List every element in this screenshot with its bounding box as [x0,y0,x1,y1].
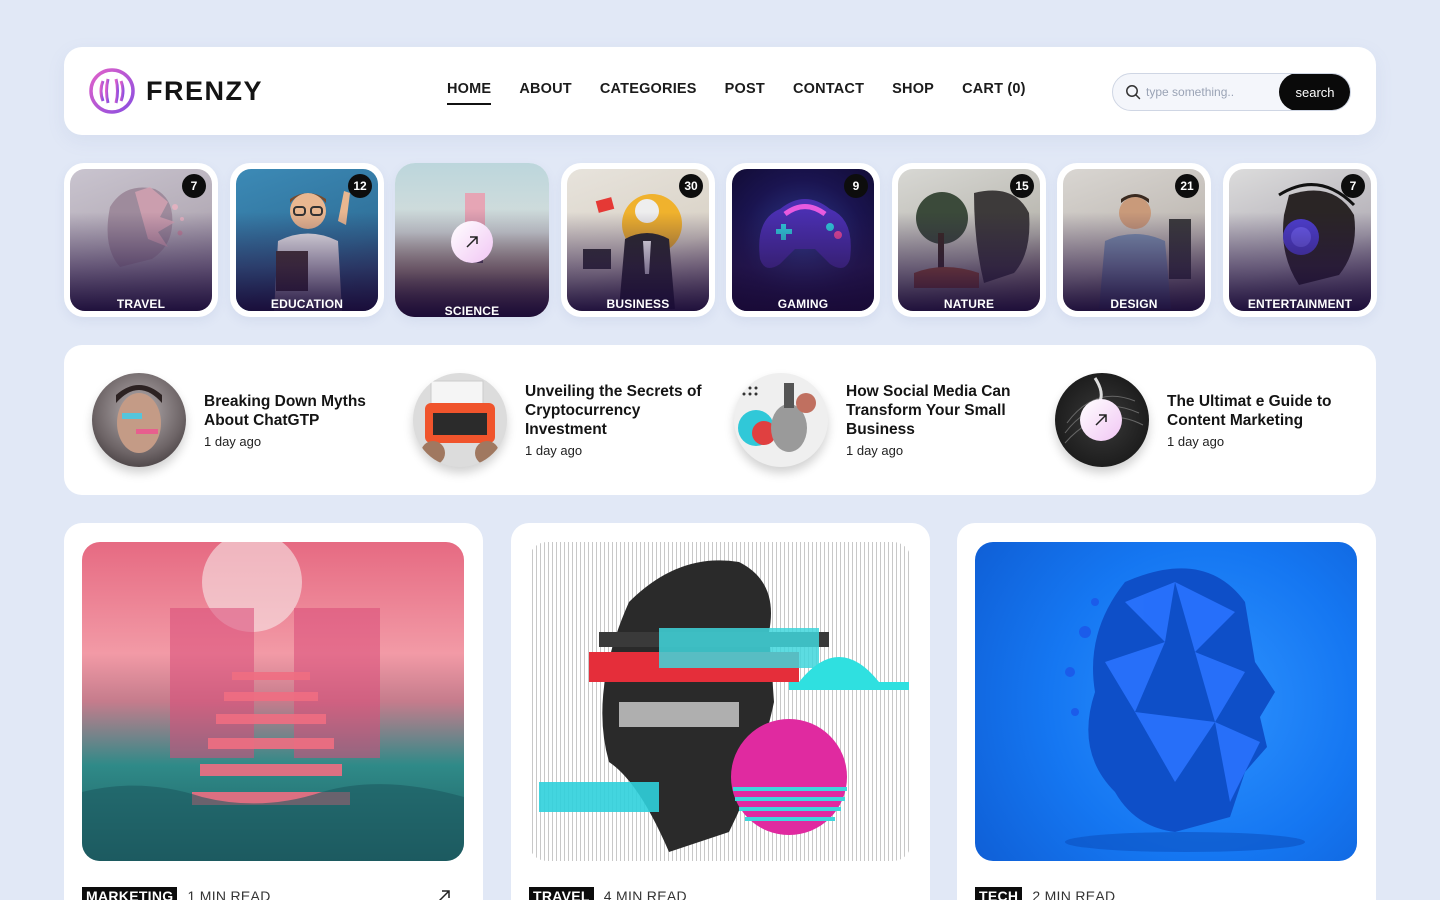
category-image: 7 TRAVEL [70,169,212,311]
open-arrow-button[interactable] [451,221,493,263]
arrow-up-right-icon [466,236,478,248]
category-label: ENTERTAINMENT [1247,297,1353,311]
category-image: 15 NATURE [898,169,1040,311]
arrow-up-right-icon [1095,414,1107,426]
category-label: TRAVEL [116,297,166,311]
nav-post[interactable]: POST [725,81,765,105]
nav-home[interactable]: HOME [447,81,492,105]
category-image: 30 BUSINESS [567,169,709,311]
category-image: 21 DESIGN [1063,169,1205,311]
portrait-illustration [116,385,162,453]
category-image: 7 ENTERTAINMENT [1229,169,1371,311]
search-input[interactable] [1146,74,1276,110]
site-header: FRENZY HOME ABOUT CATEGORIES POST CONTAC… [64,47,1376,135]
brand-name: FRENZY [146,75,263,106]
post-meta: TECH 2 MIN READ [975,887,1115,900]
trending-time: 1 day ago [846,443,904,458]
trending-item[interactable]: Breaking Down Myths About ChatGTP 1 day … [92,373,392,467]
collage-illustration [738,383,816,452]
category-card-gaming[interactable]: 9 GAMING [726,163,880,317]
post-tag[interactable]: MARKETING [82,887,178,900]
glitch-head-illustration [539,560,909,852]
post-image [529,542,911,861]
main-nav: HOME ABOUT CATEGORIES POST CONTACT SHOP … [447,81,1026,105]
category-count-badge: 9 [844,174,868,198]
nav-contact[interactable]: CONTACT [793,81,864,105]
search-icon [1126,85,1141,100]
post-read-time: 2 MIN READ [1032,888,1116,900]
category-count-badge: 15 [1010,174,1034,198]
category-count-badge: 21 [1175,174,1199,198]
post-card[interactable]: TRAVEL 4 MIN READ [511,523,930,900]
category-card-business[interactable]: 30 BUSINESS [561,163,715,317]
post-image [82,542,464,861]
nav-categories[interactable]: CATEGORIES [600,81,697,105]
nav-about[interactable]: ABOUT [519,81,572,105]
category-card-science[interactable]: SCIENCE [395,163,549,317]
category-row: 7 TRAVEL 12 EDUCATION SCIENCE 30 BUSINES… [64,163,1377,317]
trending-thumbnail [734,373,828,467]
search-box: search [1112,73,1351,111]
post-meta: MARKETING 1 MIN READ [82,887,271,900]
trending-time: 1 day ago [525,443,583,458]
trending-title: How Social Media Can Transform Your Smal… [846,383,1011,438]
logo[interactable]: FRENZY [88,67,263,115]
post-card[interactable]: TECH 2 MIN READ [957,523,1376,900]
category-label: NATURE [943,297,995,311]
trending-title: Breaking Down Myths About ChatGTP [204,392,366,429]
post-image [975,542,1357,861]
category-label: EDUCATION [270,297,344,311]
post-card[interactable]: MARKETING 1 MIN READ [64,523,483,900]
category-card-entertainment[interactable]: 7 ENTERTAINMENT [1223,163,1377,317]
category-image: SCIENCE [395,163,549,317]
category-label: DESIGN [1110,297,1158,311]
category-image: 9 GAMING [732,169,874,311]
category-label: SCIENCE [444,304,500,317]
category-card-travel[interactable]: 7 TRAVEL [64,163,218,317]
category-label: GAMING [777,297,829,311]
category-count-badge: 7 [182,174,206,198]
post-tag[interactable]: TECH [975,887,1023,900]
category-image: 12 EDUCATION [236,169,378,311]
open-arrow-button[interactable] [1080,399,1122,441]
trending-thumbnail [1055,373,1149,467]
typewriter-illustration [421,380,499,465]
trending-title: The Ultimat e Guide to Content Marketing [1167,392,1332,429]
trending-time: 1 day ago [1167,433,1225,449]
polygon-face-illustration [1065,568,1305,852]
trending-item[interactable]: Unveiling the Secrets of Cryptocurrency … [413,373,713,467]
trending-time: 1 day ago [204,433,262,449]
category-label: BUSINESS [606,297,670,311]
nav-cart[interactable]: CART (0) [962,81,1026,105]
search-button[interactable]: search [1279,74,1350,110]
logo-icon [89,68,135,114]
trending-item[interactable]: How Social Media Can Transform Your Smal… [734,373,1034,467]
post-meta: TRAVEL 4 MIN READ [529,887,687,900]
trending-posts: Breaking Down Myths About ChatGTP 1 day … [64,345,1376,495]
category-card-design[interactable]: 21 DESIGN [1057,163,1211,317]
post-read-time: 1 MIN READ [187,888,271,900]
category-card-nature[interactable]: 15 NATURE [892,163,1046,317]
stairway-illustration [82,542,464,861]
category-count-badge: 12 [348,174,372,198]
trending-title: Unveiling the Secrets of Cryptocurrency … [525,383,702,438]
category-count-badge: 30 [679,174,703,198]
trending-thumbnail [413,373,507,467]
trending-item[interactable]: The Ultimat e Guide to Content Marketing… [1055,373,1355,467]
arrow-up-right-icon[interactable] [435,887,453,900]
nav-shop[interactable]: SHOP [892,81,934,105]
category-card-education[interactable]: 12 EDUCATION [230,163,384,317]
trending-thumbnail [92,373,186,467]
post-read-time: 4 MIN READ [603,888,687,900]
post-tag[interactable]: TRAVEL [529,887,594,900]
category-count-badge: 7 [1341,174,1365,198]
